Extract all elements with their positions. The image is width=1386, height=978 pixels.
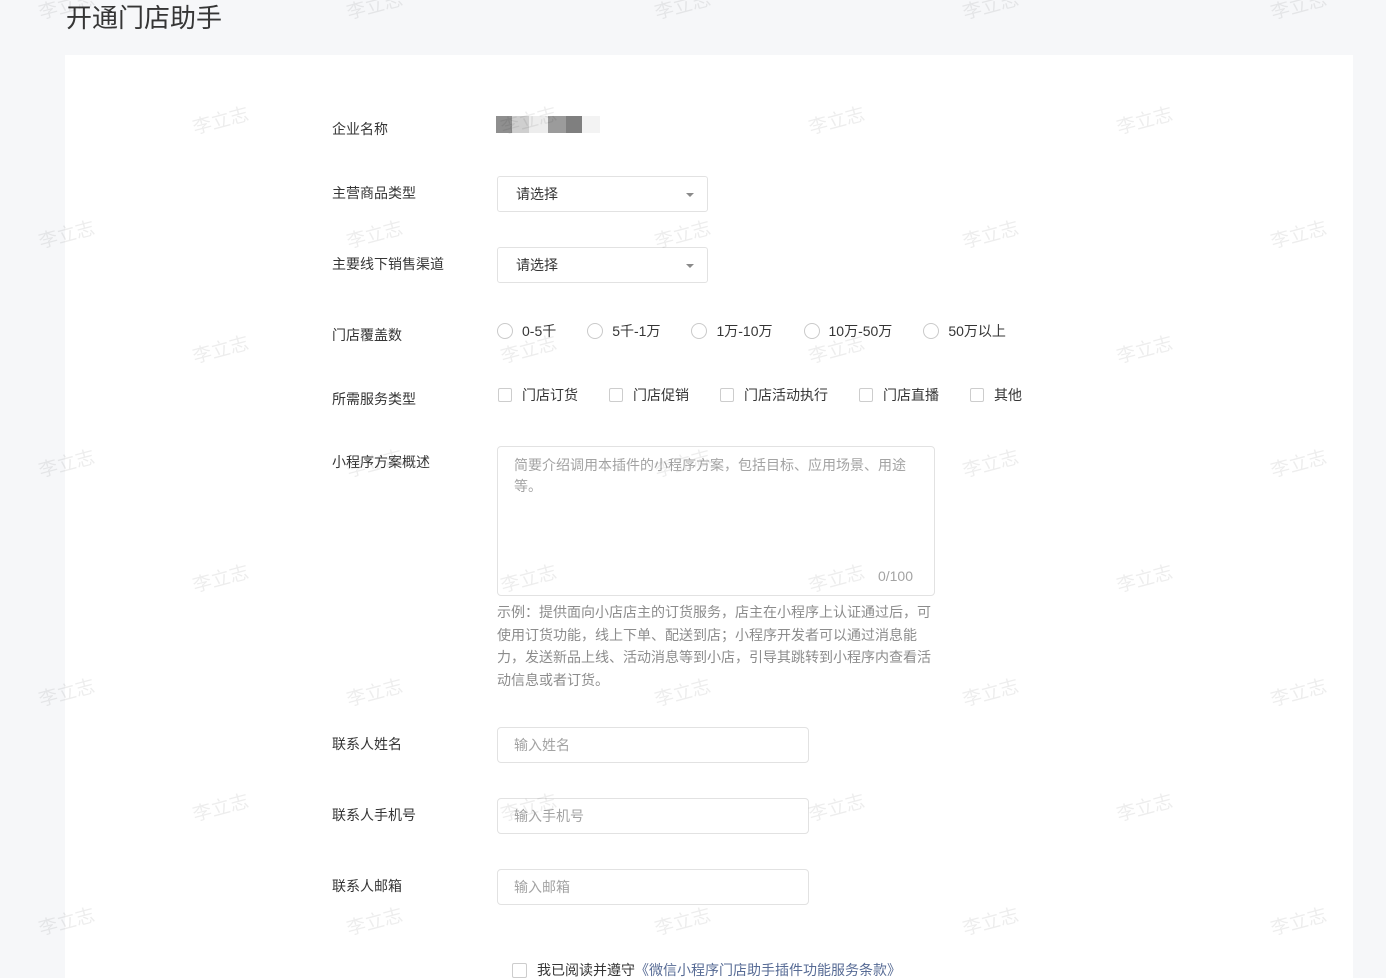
store-coverage-radio-group: 0-5千 5千-1万 1万-10万 10万-50万 50万以上	[497, 321, 1037, 341]
caret-down-icon	[686, 193, 694, 197]
store-coverage-label: 门店覆盖数	[332, 327, 402, 343]
contact-email-label: 联系人邮箱	[332, 878, 402, 894]
agreement-row: 我已阅读并遵守 《微信小程序门店助手插件功能服务条款》	[512, 962, 901, 978]
service-type-option-2[interactable]: 门店促销	[608, 385, 689, 405]
agreement-checkbox[interactable]	[512, 962, 527, 978]
contact-email-input[interactable]	[497, 869, 809, 905]
service-types-label: 所需服务类型	[332, 391, 416, 407]
watermark: 李立志	[1268, 0, 1330, 25]
solution-summary-example: 示例：提供面向小店店主的订货服务，店主在小程序上认证通过后，可使用订货功能，线上…	[497, 604, 931, 688]
radio-button[interactable]	[587, 323, 604, 339]
checkbox[interactable]	[498, 388, 512, 402]
option-label: 门店促销	[633, 387, 689, 403]
store-coverage-option-5[interactable]: 50万以上	[923, 321, 1006, 341]
service-types-checkbox-group: 门店订货 门店促销 门店活动执行 门店直播 其他	[497, 385, 1052, 405]
mosaic-tile	[548, 116, 566, 133]
mosaic-tile	[566, 116, 582, 133]
radio-button[interactable]	[803, 323, 820, 339]
sales-channel-select-value: 请选择	[516, 257, 558, 273]
store-coverage-option-1[interactable]: 0-5千	[497, 321, 556, 341]
radio-button[interactable]	[497, 323, 513, 339]
form-card: 企业名称 主营商品类型 请选择 主要线下销售渠道 请选择 门店覆盖数 0-5千 …	[65, 55, 1353, 978]
service-type-option-1[interactable]: 门店订货	[497, 385, 578, 405]
product-type-select[interactable]: 请选择	[497, 176, 708, 212]
checkbox[interactable]	[609, 388, 623, 402]
watermark: 李立志	[960, 0, 1022, 25]
service-type-option-4[interactable]: 门店直播	[858, 385, 939, 405]
mosaic-tile	[496, 116, 512, 133]
option-label: 0-5千	[522, 323, 557, 339]
checkbox[interactable]	[859, 388, 873, 402]
option-label: 50万以上	[948, 323, 1006, 339]
character-counter: 0/100	[877, 568, 913, 584]
caret-down-icon	[686, 264, 694, 268]
sales-channel-select[interactable]: 请选择	[497, 247, 708, 283]
solution-summary-label: 小程序方案概述	[332, 454, 430, 470]
radio-button[interactable]	[923, 323, 940, 339]
terms-link[interactable]: 《微信小程序门店助手插件功能服务条款》	[635, 962, 901, 978]
service-type-option-3[interactable]: 门店活动执行	[719, 385, 828, 405]
solution-summary-field: 0/100	[497, 446, 935, 596]
contact-phone-label: 联系人手机号	[332, 807, 416, 823]
contact-name-input[interactable]	[497, 727, 809, 763]
product-type-select-value: 请选择	[516, 186, 558, 202]
mosaic-tile	[529, 116, 548, 133]
option-label: 门店直播	[883, 387, 939, 403]
watermark: 李立志	[652, 0, 714, 25]
checkbox[interactable]	[720, 388, 734, 402]
watermark: 李立志	[344, 0, 406, 25]
agreement-text: 我已阅读并遵守	[537, 962, 635, 978]
option-label: 门店活动执行	[744, 387, 828, 403]
store-coverage-option-2[interactable]: 5千-1万	[587, 321, 660, 341]
product-type-label: 主营商品类型	[332, 185, 416, 201]
option-label: 10万-50万	[828, 323, 893, 339]
store-coverage-option-4[interactable]: 10万-50万	[803, 321, 893, 341]
store-coverage-option-3[interactable]: 1万-10万	[691, 321, 773, 341]
service-type-option-5[interactable]: 其他	[969, 385, 1022, 405]
page-title: 开通门店助手	[66, 3, 223, 33]
contact-name-label: 联系人姓名	[332, 736, 402, 752]
option-label: 门店订货	[522, 387, 578, 403]
option-label: 其他	[994, 387, 1022, 403]
option-label: 5千-1万	[612, 323, 661, 339]
contact-phone-input[interactable]	[497, 798, 809, 834]
option-label: 1万-10万	[716, 323, 773, 339]
company-name-redacted	[496, 116, 600, 133]
mosaic-tile	[582, 116, 600, 133]
radio-button[interactable]	[691, 323, 708, 339]
sales-channel-label: 主要线下销售渠道	[332, 256, 444, 272]
solution-summary-textarea[interactable]	[497, 446, 935, 596]
company-name-label: 企业名称	[332, 121, 388, 137]
checkbox[interactable]	[970, 388, 984, 402]
mosaic-tile	[512, 116, 529, 133]
